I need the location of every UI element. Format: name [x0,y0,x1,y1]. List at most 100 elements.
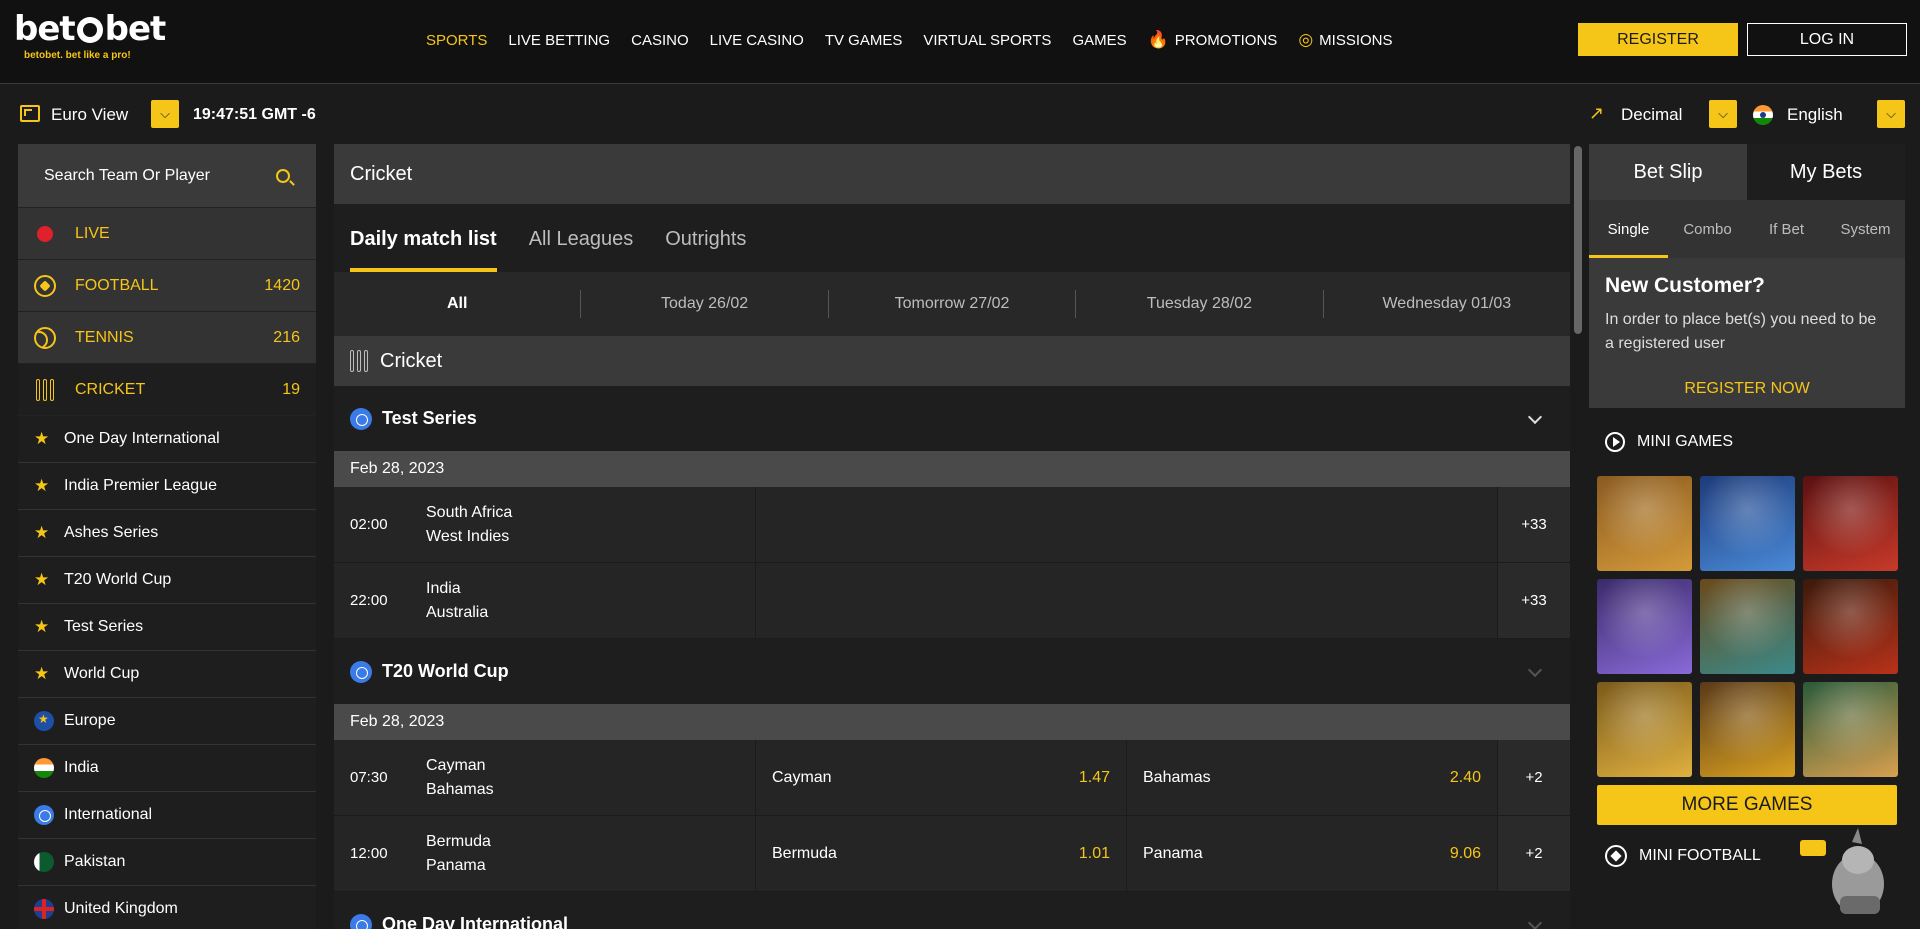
star-icon: ★ [34,429,50,448]
sidebar-region-europe[interactable]: Europe [18,698,316,745]
date-filter-today[interactable]: Today 26/02 [581,290,829,318]
odds-button-home[interactable]: Bermuda 1.01 [756,816,1127,891]
sidebar-region-pakistan[interactable]: Pakistan [18,839,316,886]
site-logo[interactable]: bet bet betobet. bet like a pro! [14,9,167,61]
sidebar-item-cricket[interactable]: CRICKET 19 [18,364,316,416]
game-thumbnail[interactable] [1803,579,1898,674]
chevron-down-icon[interactable] [1527,409,1543,424]
tab-all-leagues[interactable]: All Leagues [529,204,634,272]
bet-type-combo[interactable]: Combo [1668,200,1747,258]
more-games-button[interactable]: MORE GAMES [1597,785,1897,825]
game-thumbnail[interactable] [1597,476,1692,571]
nav-live-betting[interactable]: LIVE BETTING [508,30,610,50]
date-filter-tomorrow[interactable]: Tomorrow 27/02 [829,290,1077,318]
sidebar-item-live[interactable]: LIVE [18,208,316,260]
sidebar-league-one-day-international[interactable]: ★ One Day International [18,416,316,463]
football-icon [1605,845,1627,867]
chat-mascot-icon[interactable] [1800,822,1900,922]
sidebar-league-t20-world-cup[interactable]: ★ T20 World Cup [18,557,316,604]
bet-type-if-bet[interactable]: If Bet [1747,200,1826,258]
nav-live-casino[interactable]: LIVE CASINO [710,30,804,50]
search-box[interactable]: Search Team Or Player [18,144,316,208]
odds-button-away[interactable]: Bahamas 2.40 [1127,740,1498,815]
nav-games[interactable]: GAMES [1072,30,1126,50]
match-time: 02:00 [350,516,388,533]
nav-sports[interactable]: SPORTS [426,30,487,50]
search-icon[interactable] [276,168,290,183]
language-label: English [1787,105,1843,124]
sidebar-league-ashes-series[interactable]: ★ Ashes Series [18,510,316,557]
more-markets-button[interactable]: +33 [1498,487,1570,562]
league-label: World Cup [64,665,140,682]
tab-daily-match-list[interactable]: Daily match list [350,204,497,272]
bet-type-single[interactable]: Single [1589,200,1668,258]
sport-section-title: Cricket [380,349,443,372]
game-thumbnail[interactable] [1700,579,1795,674]
logo-text-right: bet [104,9,167,49]
globe-icon [34,805,54,825]
nav-tv-games[interactable]: TV GAMES [825,30,903,50]
sidebar-league-world-cup[interactable]: ★ World Cup [18,651,316,698]
register-now-link[interactable]: REGISTER NOW [1605,380,1889,398]
competition-header-one-day-international[interactable]: One Day International [334,892,1570,929]
bet-type-system[interactable]: System [1826,200,1905,258]
match-teams[interactable]: Cayman Bahamas [426,740,756,815]
game-thumbnail[interactable] [1803,682,1898,777]
sidebar-item-football[interactable]: FOOTBALL 1420 [18,260,316,312]
game-thumbnail[interactable] [1700,682,1795,777]
nav-promotions[interactable]: 🔥 PROMOTIONS [1148,30,1278,50]
odds-value: 2.40 [1449,768,1481,786]
odds-button-away[interactable]: Panama 9.06 [1127,816,1498,891]
game-thumbnail[interactable] [1597,579,1692,674]
region-label: United Kingdom [64,900,178,917]
competition-header-t20-world-cup[interactable]: T20 World Cup [334,639,1570,704]
tab-bet-slip[interactable]: Bet Slip [1589,144,1747,200]
odds-format-dropdown[interactable]: ⌵ [1709,100,1737,128]
tab-outrights[interactable]: Outrights [665,204,746,272]
more-markets-button[interactable]: +2 [1498,740,1570,815]
nav-missions[interactable]: ◎ MISSIONS [1298,30,1392,50]
tab-my-bets[interactable]: My Bets [1747,144,1905,200]
live-dot-icon [37,225,53,242]
region-label: Pakistan [64,853,126,870]
date-filter-all[interactable]: All [334,290,582,318]
cricket-icon [36,378,54,401]
main-scrollbar[interactable] [1573,144,1583,929]
region-label: India [64,759,99,776]
chevron-down-icon[interactable] [1527,662,1543,677]
sidebar-item-tennis[interactable]: TENNIS 216 [18,312,316,364]
chevron-down-icon[interactable] [1527,915,1543,929]
sidebar-region-international[interactable]: International [18,792,316,839]
view-dropdown-button[interactable]: ⌵ [151,100,179,128]
sidebar-league-india-premier-league[interactable]: ★ India Premier League [18,463,316,510]
match-teams[interactable]: India Australia [426,563,756,638]
odds-button-home[interactable]: Cayman 1.47 [756,740,1127,815]
sidebar-region-united-kingdom[interactable]: United Kingdom [18,886,316,929]
game-thumbnail[interactable] [1803,476,1898,571]
date-filter-wednesday[interactable]: Wednesday 01/03 [1324,290,1570,318]
sidebar-item-label: FOOTBALL [75,276,159,294]
logo-text-left: bet [14,9,76,49]
game-thumbnail[interactable] [1597,682,1692,777]
match-teams[interactable]: Bermuda Panama [426,816,756,891]
odds-empty [756,563,1498,638]
nav-virtual-sports[interactable]: VIRTUAL SPORTS [923,30,1051,50]
language-dropdown[interactable]: ⌵ [1877,100,1905,128]
register-button[interactable]: REGISTER [1578,23,1738,56]
settings-bar: Euro View ⌵ 19:47:51 GMT -6 ↗ Decimal ⌵ … [0,85,1920,143]
euro-view-icon [20,105,40,122]
sidebar-region-india[interactable]: India [18,745,316,792]
match-teams[interactable]: South Africa West Indies [426,487,756,562]
game-thumbnail[interactable] [1700,476,1795,571]
login-button[interactable]: LOG IN [1747,23,1907,56]
more-markets-button[interactable]: +33 [1498,563,1570,638]
more-markets-button[interactable]: +2 [1498,816,1570,891]
date-filter-tuesday[interactable]: Tuesday 28/02 [1076,290,1324,318]
india-flag-icon [34,758,54,778]
competition-header-test-series[interactable]: Test Series [334,386,1570,451]
scrollbar-thumb[interactable] [1574,146,1582,334]
sidebar-item-label: TENNIS [75,328,134,346]
sidebar-league-test-series[interactable]: ★ Test Series [18,604,316,651]
nav-casino[interactable]: CASINO [631,30,689,50]
search-input[interactable]: Search Team Or Player [44,167,210,185]
